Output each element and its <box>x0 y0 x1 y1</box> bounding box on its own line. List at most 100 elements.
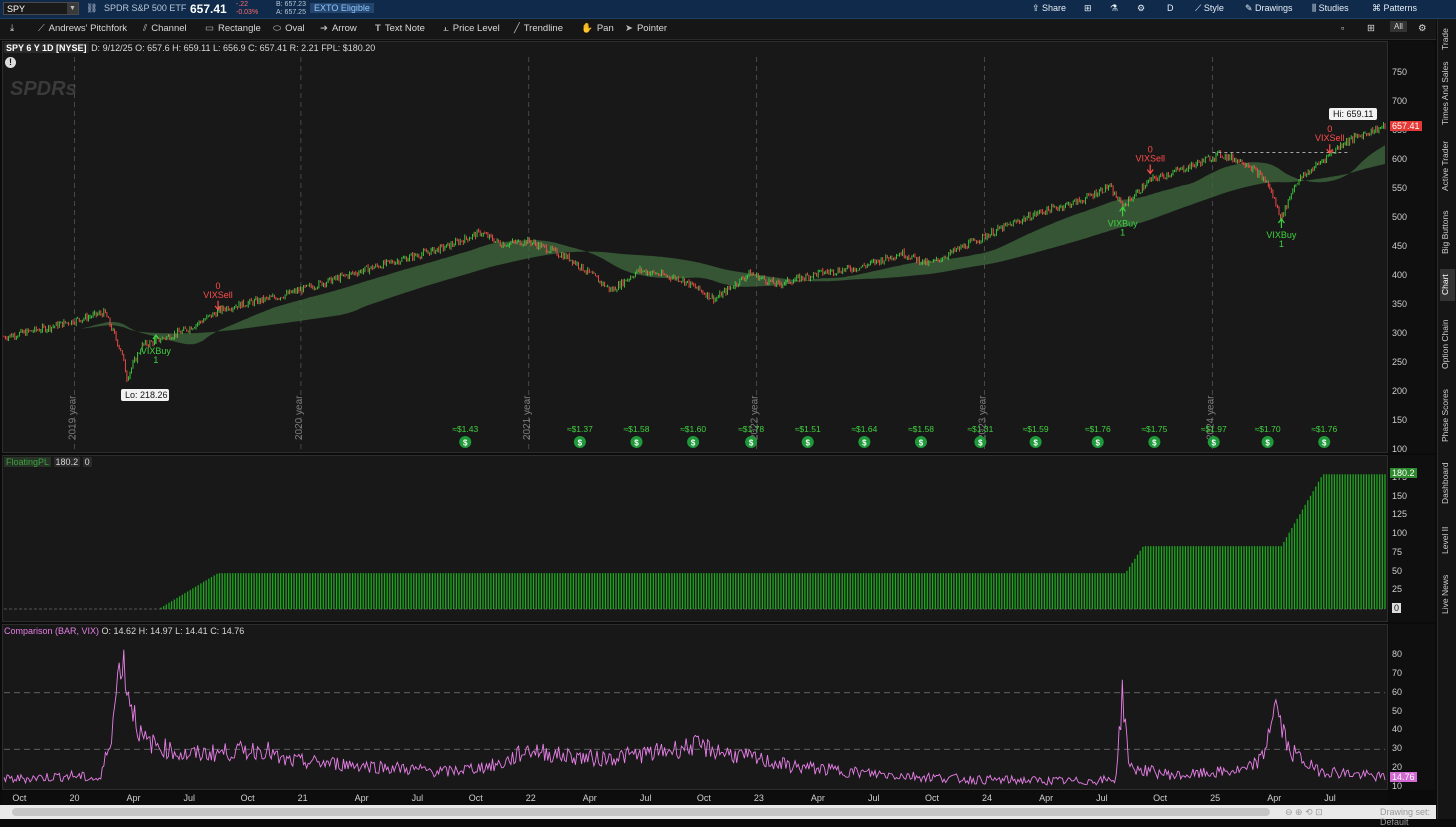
dividend-dollar-glyph: $ <box>1033 439 1038 448</box>
vix-line <box>3 649 1386 786</box>
time-axis-label: Oct <box>696 793 711 803</box>
price-tick-label: 400 <box>1392 270 1408 280</box>
dividend-amount: ≈$1.75 <box>1141 424 1167 434</box>
buy-arrow-icon <box>1277 218 1285 228</box>
time-axis-label: Jul <box>411 793 424 803</box>
dividend-dollar-glyph: $ <box>634 439 639 448</box>
dividend-dollar-glyph: $ <box>691 439 696 448</box>
vix-tick-label: 80 <box>1392 649 1403 659</box>
vix-tick-label: 40 <box>1392 724 1403 735</box>
dividend-dollar-glyph: $ <box>1265 439 1270 448</box>
time-axis-label: Jul <box>639 793 652 803</box>
dividend-amount: ≈$1.70 <box>1255 424 1281 434</box>
price-tick-label: 600 <box>1392 154 1408 164</box>
vix-tick-label: 10 <box>1392 781 1403 791</box>
time-axis-label: Oct <box>240 793 255 803</box>
pl-tick-label: 100 <box>1392 528 1408 539</box>
drawing-set-label: Drawing set: Default <box>1380 807 1431 827</box>
time-axis-label: 24 <box>982 793 993 803</box>
price-tick-label: 100 <box>1392 444 1408 454</box>
time-axis-label: 25 <box>1210 793 1221 803</box>
hi-label: Hi: 659.11 <box>1333 109 1373 119</box>
dividend-amount: ≈$1.37 <box>567 424 593 434</box>
pl-zero-tag: 0 <box>1392 603 1402 613</box>
dividend-dollar-glyph: $ <box>806 439 811 448</box>
zoom-controls[interactable]: ⊖ ⊕ ⟲ ⊡ <box>1285 807 1323 818</box>
dividend-dollar-glyph: $ <box>1152 439 1157 448</box>
year-marker-label: 2021 year <box>522 395 533 440</box>
dividend-amount: ≈$1.78 <box>738 424 764 434</box>
dividend-dollar-glyph: $ <box>978 439 983 448</box>
time-axis-label: Oct <box>468 793 483 803</box>
pl-tick-label: 125 <box>1392 509 1408 520</box>
dividend-amount: ≈$1.43 <box>452 424 478 434</box>
lo-label: Lo: 218.26 <box>125 390 168 400</box>
signal-label: VIXSell <box>203 290 233 300</box>
price-tick-label: 250 <box>1392 357 1408 367</box>
pl-tick-label: 25 <box>1392 584 1403 595</box>
time-axis-label: 21 <box>297 793 308 803</box>
year-marker-label: 2020 year <box>294 395 305 440</box>
time-axis-label: Apr <box>126 793 141 803</box>
time-axis-label: 23 <box>753 793 764 803</box>
time-axis-label: Apr <box>354 793 369 803</box>
price-tick-label: 700 <box>1392 96 1408 106</box>
time-axis-label: Oct <box>1153 793 1168 803</box>
dividend-dollar-glyph: $ <box>1096 439 1101 448</box>
price-bars-down <box>3 123 1386 382</box>
time-axis-label: Jul <box>1096 793 1108 803</box>
sell-arrow-icon <box>1326 144 1334 155</box>
dividend-dollar-glyph: $ <box>463 439 468 448</box>
scroll-thumb[interactable] <box>12 808 1270 816</box>
vix-tick-label: 60 <box>1392 686 1403 697</box>
pl-tick-label: 75 <box>1392 546 1403 557</box>
vix-value-tag: 14.76 <box>1390 772 1417 783</box>
price-tick-label: 450 <box>1392 241 1408 251</box>
time-axis-label: 20 <box>69 793 80 803</box>
time-axis-label: Apr <box>810 793 825 803</box>
time-axis-label: 22 <box>525 793 536 803</box>
dividend-dollar-glyph: $ <box>749 439 754 448</box>
dividend-amount: ≈$1.58 <box>908 424 934 434</box>
dividend-amount: ≈$1.58 <box>624 424 650 434</box>
dividend-amount: ≈$1.76 <box>1085 424 1111 434</box>
dividend-amount: ≈$1.97 <box>1201 424 1227 434</box>
dividend-dollar-glyph: $ <box>1322 439 1327 448</box>
pl-tick-label: 150 <box>1392 490 1408 501</box>
time-axis-label: Apr <box>582 793 597 803</box>
moving-average-band <box>4 145 1385 345</box>
price-tick-label: 550 <box>1392 183 1408 193</box>
dividend-amount: ≈$1.31 <box>967 424 993 434</box>
pl-value-tag: 180.2 <box>1390 468 1417 479</box>
time-axis-label: Apr <box>1039 793 1054 803</box>
signal-label: VIXSell <box>1315 133 1345 143</box>
time-axis[interactable]: Oct 20 Apr Jul Oct 21 Apr Jul Oct 22 Apr Jul Oct 23 Ap… <box>2 791 1388 805</box>
signal-count: 1 <box>1120 227 1125 237</box>
time-axis-label: Jul <box>1324 793 1336 803</box>
pl-tick-label: 50 <box>1392 565 1403 576</box>
price-tick-label: 750 <box>1392 67 1408 77</box>
pl-histogram <box>160 474 1386 609</box>
price-tick-label: 500 <box>1392 212 1408 222</box>
chart-canvas[interactable]: 2019 year 2020 year 2021 year 2022 year 2023… <box>0 0 1456 819</box>
price-tick-label: 200 <box>1392 386 1408 396</box>
time-axis-label: Jul <box>183 793 196 803</box>
dividend-dollar-glyph: $ <box>919 439 924 448</box>
price-tick-label: 150 <box>1392 415 1408 425</box>
signal-count: 1 <box>153 355 158 365</box>
price-bars-up <box>8 122 1384 381</box>
time-axis-label: Oct <box>12 793 27 803</box>
price-tag: 657.41 <box>1390 120 1422 131</box>
dividend-amount: ≈$1.76 <box>1311 424 1337 434</box>
signal-label: VIXSell <box>1135 154 1165 164</box>
dividend-amount: ≈$1.59 <box>1023 424 1049 434</box>
dividend-dollar-glyph: $ <box>862 439 867 448</box>
price-tick-label: 300 <box>1392 328 1408 338</box>
dividend-dollar-glyph: $ <box>578 439 583 448</box>
dividend-dollar-glyph: $ <box>1212 439 1217 448</box>
time-scrollbar[interactable]: ⊖ ⊕ ⟲ ⊡ Drawing set: Default <box>0 805 1436 827</box>
sell-arrow-icon <box>1146 164 1154 175</box>
vix-tick-label: 20 <box>1392 762 1403 773</box>
dividend-amount: ≈$1.60 <box>680 424 706 434</box>
vix-tick-label: 30 <box>1392 743 1403 754</box>
